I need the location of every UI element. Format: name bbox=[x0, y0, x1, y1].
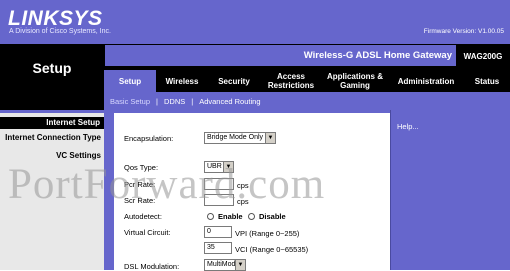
autodetect-enable-label: Enable bbox=[218, 212, 243, 221]
tab-security[interactable]: Security bbox=[208, 70, 260, 92]
tab-access-restrictions[interactable]: Access Restrictions bbox=[260, 70, 322, 92]
product-bar: Wireless-G ADSL Home Gateway WAG200G bbox=[104, 44, 510, 67]
sub-navigation: Basic Setup | DDNS | Advanced Routing bbox=[104, 92, 510, 110]
autodetect-enable-radio[interactable] bbox=[207, 213, 214, 220]
encapsulation-label: Encapsulation: bbox=[124, 134, 174, 143]
autodetect-disable-label: Disable bbox=[259, 212, 286, 221]
subtab-advanced-routing[interactable]: Advanced Routing bbox=[199, 97, 260, 106]
model-number: WAG200G bbox=[456, 45, 510, 67]
help-link[interactable]: Help... bbox=[397, 122, 419, 131]
product-name: Wireless-G ADSL Home Gateway bbox=[303, 50, 452, 61]
sidebar-item-vc-settings: VC Settings bbox=[56, 151, 101, 160]
dsl-modulation-select[interactable]: MultiMode ▼ bbox=[204, 259, 246, 271]
virtual-circuit-label: Virtual Circuit: bbox=[124, 228, 171, 237]
watermark: PortForward.com bbox=[8, 161, 326, 208]
main-tabs: Setup Wireless Security Access Restricti… bbox=[104, 70, 510, 92]
sidebar-title: Internet Setup bbox=[0, 117, 104, 129]
header-bar: LINKSYS A Division of Cisco Systems, Inc… bbox=[0, 0, 510, 44]
autodetect-label: Autodetect: bbox=[124, 212, 162, 221]
page-title: Setup bbox=[32, 60, 72, 76]
vci-input[interactable]: 35 bbox=[204, 242, 232, 254]
logo-tagline: A Division of Cisco Systems, Inc. bbox=[9, 28, 111, 35]
tab-status[interactable]: Status bbox=[464, 70, 510, 92]
subnav-separator: | bbox=[191, 96, 194, 106]
vci-range-hint: VCI (Range 0~65535) bbox=[235, 245, 309, 254]
tab-setup[interactable]: Setup bbox=[104, 70, 156, 92]
subtab-ddns[interactable]: DDNS bbox=[164, 97, 185, 106]
encapsulation-value: Bridge Mode Only bbox=[207, 134, 264, 141]
vpi-input[interactable]: 0 bbox=[204, 226, 232, 238]
subnav-separator: | bbox=[156, 96, 158, 106]
tab-wireless[interactable]: Wireless bbox=[156, 70, 208, 92]
chevron-down-icon: ▼ bbox=[265, 133, 275, 143]
vpi-range-hint: VPI (Range 0~255) bbox=[235, 229, 300, 238]
autodetect-disable-radio[interactable] bbox=[248, 213, 255, 220]
firmware-version: Firmware Version: V1.00.05 bbox=[423, 28, 504, 35]
subtab-basic-setup[interactable]: Basic Setup bbox=[110, 97, 150, 106]
tab-applications-gaming[interactable]: Applications & Gaming bbox=[322, 70, 388, 92]
tab-administration[interactable]: Administration bbox=[388, 70, 464, 92]
section-header-block bbox=[0, 44, 104, 110]
sidebar-item-internet-connection-type: Internet Connection Type bbox=[5, 133, 101, 142]
help-panel: Help... bbox=[390, 110, 510, 270]
chevron-down-icon: ▼ bbox=[235, 260, 245, 270]
encapsulation-select[interactable]: Bridge Mode Only ▼ bbox=[204, 132, 276, 144]
